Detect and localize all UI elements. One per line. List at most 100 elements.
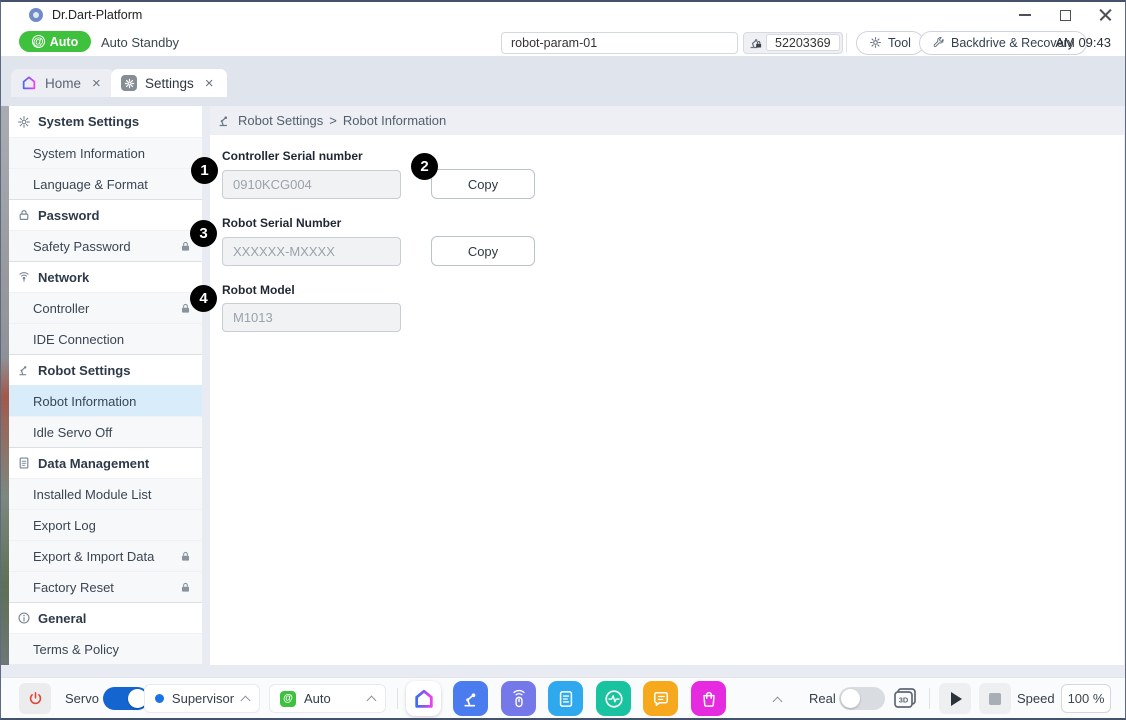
tab-settings[interactable]: Settings × — [111, 69, 227, 97]
sidebar-section-general[interactable]: General — [9, 602, 202, 633]
mode-badge-label: Auto — [50, 35, 78, 49]
breadcrumb-parent[interactable]: Robot Settings — [238, 113, 323, 128]
tab-settings-close-icon[interactable]: × — [202, 76, 217, 91]
dock-monitoring-icon[interactable] — [596, 681, 631, 716]
mode-select-value: Auto — [304, 691, 331, 706]
dock-jog-icon[interactable] — [501, 681, 536, 716]
role-status-dot — [155, 694, 164, 703]
3d-view-icon: 3D — [892, 686, 918, 710]
sidebar-item-label: General — [38, 611, 86, 626]
sidebar-item-label: Robot Information — [33, 394, 136, 409]
sidebar-item-label: Robot Settings — [38, 363, 130, 378]
real-label: Real — [809, 678, 836, 719]
app-icon — [29, 8, 43, 22]
sidebar-item-factory-reset[interactable]: Factory Reset — [9, 571, 202, 602]
sidebar-item-label: Network — [38, 270, 89, 285]
stop-icon — [989, 693, 1001, 705]
sidebar-item-export-log[interactable]: Export Log — [9, 509, 202, 540]
lock-icon — [179, 240, 192, 253]
dock-task-builder-icon[interactable] — [453, 681, 488, 716]
robot-model-input[interactable] — [222, 303, 401, 332]
main-panel: Robot Settings > Robot Information Contr… — [210, 106, 1124, 665]
robot-serial-input[interactable] — [222, 237, 401, 266]
lock-icon — [179, 581, 192, 594]
sidebar-item-label: Data Management — [38, 456, 149, 471]
sidebar-item-robot-information[interactable]: Robot Information — [9, 385, 202, 416]
breadcrumb-separator: > — [329, 113, 337, 128]
sidebar-item-installed-module-list[interactable]: Installed Module List — [9, 478, 202, 509]
network-icon — [17, 270, 31, 284]
sidebar-section-password[interactable]: Password — [9, 199, 202, 230]
wrench-icon — [932, 36, 945, 49]
close-button[interactable] — [1085, 2, 1125, 28]
power-button[interactable] — [19, 683, 51, 714]
dock-task-writer-icon[interactable] — [548, 681, 583, 716]
title-bar: Dr.Dart-Platform — [1, 2, 1125, 28]
simulation-3d-button[interactable]: 3D — [892, 686, 918, 710]
sidebar-item-controller[interactable]: Controller — [9, 292, 202, 323]
controller-serial-input[interactable] — [222, 170, 401, 199]
auto-mode-icon: @ — [32, 35, 45, 48]
dock-log-icon[interactable] — [643, 681, 678, 716]
sidebar-item-language-format[interactable]: Language & Format — [9, 168, 202, 199]
field-label-robot-model: Robot Model — [222, 283, 1124, 297]
maximize-button[interactable] — [1045, 2, 1085, 28]
copy-robot-serial-button[interactable]: Copy — [431, 236, 535, 266]
project-name-input[interactable] — [501, 32, 738, 54]
sidebar-item-idle-servo-off[interactable]: Idle Servo Off — [9, 416, 202, 447]
minimize-button[interactable] — [1005, 2, 1045, 28]
sidebar-item-label: Factory Reset — [33, 580, 114, 595]
settings-sidebar: System Settings System Information Langu… — [9, 106, 202, 664]
real-toggle[interactable] — [839, 687, 885, 710]
play-icon — [951, 692, 962, 706]
sidebar-section-data-management[interactable]: Data Management — [9, 447, 202, 478]
dock-home-icon[interactable] — [406, 681, 441, 716]
breadcrumb-current: Robot Information — [343, 113, 446, 128]
annotation-badge-1: 1 — [191, 157, 218, 184]
role-select[interactable]: Supervisor — [144, 684, 260, 713]
app-window: Dr.Dart-Platform @ Auto Auto Standby 522… — [0, 0, 1126, 720]
gear-icon — [17, 115, 31, 129]
gear-icon — [869, 36, 882, 49]
sidebar-item-system-information[interactable]: System Information — [9, 137, 202, 168]
dock-store-icon[interactable] — [691, 681, 726, 716]
tool-button-label: Tool — [888, 36, 911, 50]
play-button[interactable] — [939, 683, 971, 714]
speed-label: Speed — [1017, 678, 1055, 719]
robot-serial-indicator[interactable]: 52203369 — [743, 32, 843, 54]
mode-badge[interactable]: @ Auto — [19, 31, 91, 52]
chevron-up-icon — [241, 695, 251, 705]
auto-mode-icon: @ — [280, 691, 296, 707]
tab-bar: Home × Settings × — [1, 57, 1125, 106]
field-label-controller-serial: Controller Serial number — [222, 149, 1124, 163]
home-icon — [21, 75, 37, 91]
role-select-value: Supervisor — [172, 691, 234, 706]
tab-home-close-icon[interactable]: × — [89, 76, 104, 91]
tool-button[interactable]: Tool — [856, 31, 924, 55]
servo-label: Servo — [65, 678, 99, 719]
sidebar-item-label: Idle Servo Off — [33, 425, 112, 440]
servo-toggle[interactable] — [103, 687, 149, 710]
background-strip — [1, 106, 9, 665]
sidebar-item-safety-password[interactable]: Safety Password — [9, 230, 202, 261]
speed-value[interactable]: 100 % — [1061, 684, 1111, 713]
sidebar-section-system-settings[interactable]: System Settings — [9, 106, 202, 137]
document-icon — [17, 456, 31, 470]
sidebar-item-export-import-data[interactable]: Export & Import Data — [9, 540, 202, 571]
power-icon — [27, 690, 44, 707]
tab-home[interactable]: Home × — [11, 69, 114, 97]
lock-icon — [179, 550, 192, 563]
sidebar-item-ide-connection[interactable]: IDE Connection — [9, 323, 202, 354]
sidebar-section-network[interactable]: Network — [9, 261, 202, 292]
sidebar-section-robot-settings[interactable]: Robot Settings — [9, 354, 202, 385]
copy-controller-serial-button[interactable]: Copy — [431, 169, 535, 199]
sidebar-item-label: Controller — [33, 301, 89, 316]
sidebar-item-label: Language & Format — [33, 177, 148, 192]
dock-collapse-chevron-icon[interactable] — [773, 697, 783, 707]
breadcrumb: Robot Settings > Robot Information — [210, 106, 1124, 135]
stop-button[interactable] — [979, 683, 1011, 714]
bottombar-divider — [397, 688, 398, 709]
sidebar-item-terms-policy[interactable]: Terms & Policy — [9, 633, 202, 664]
field-label-robot-serial: Robot Serial Number — [222, 216, 1124, 230]
mode-select[interactable]: @ Auto — [269, 684, 386, 713]
